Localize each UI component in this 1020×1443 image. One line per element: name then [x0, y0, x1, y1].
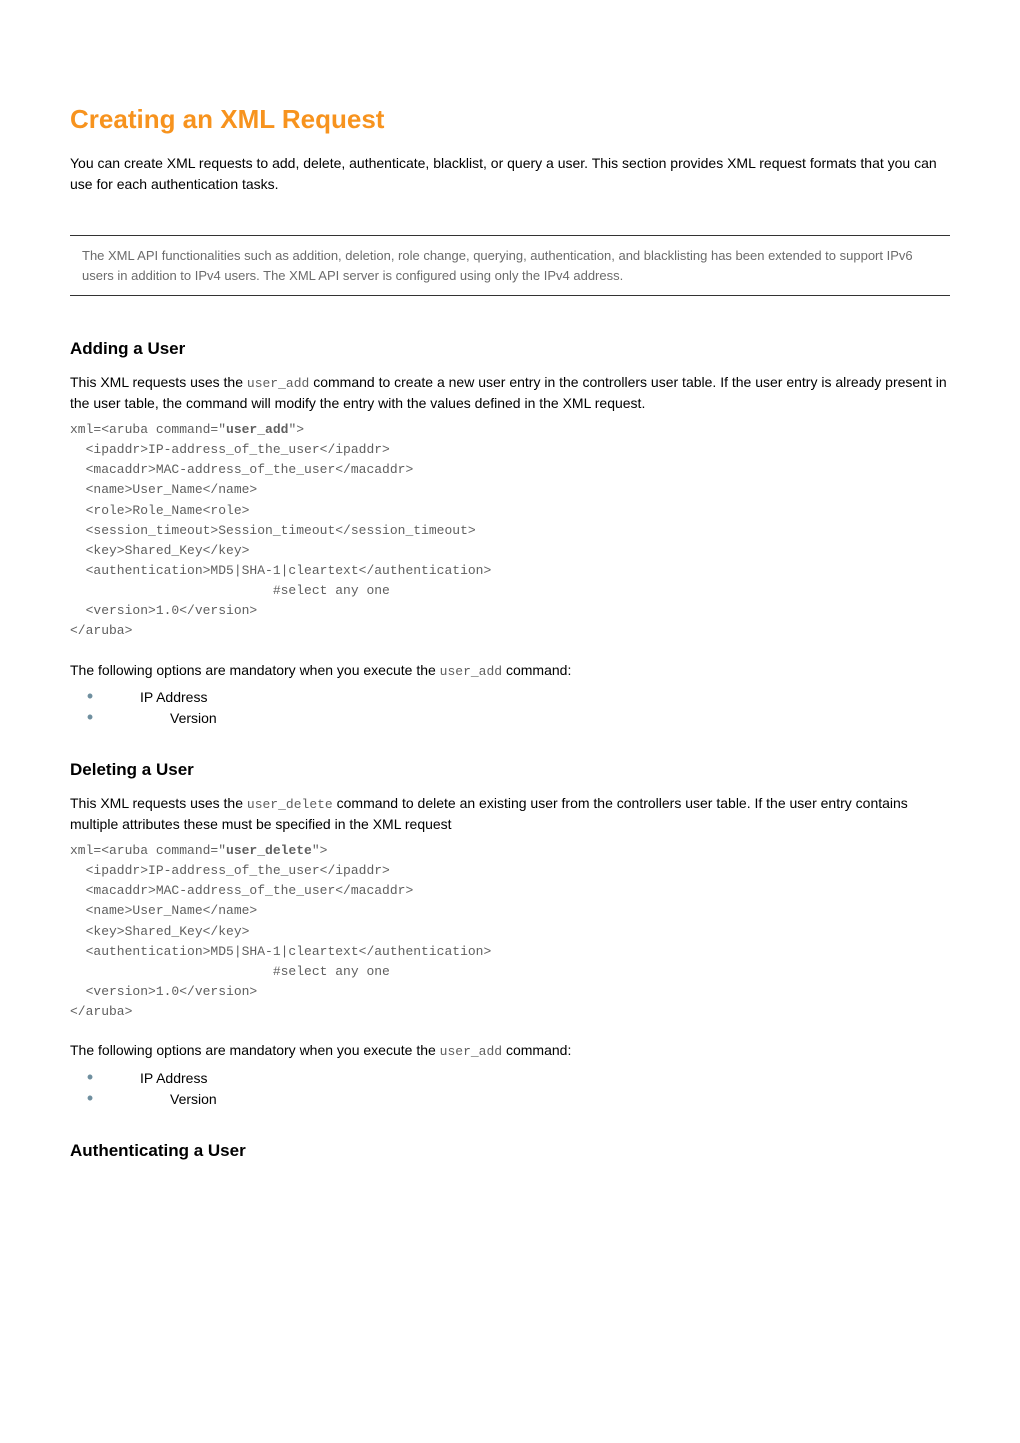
- option-label: IP Address: [140, 1068, 207, 1089]
- list-item: • IP Address: [70, 1068, 950, 1089]
- mandatory-post: command:: [502, 662, 571, 678]
- option-label: IP Address: [140, 687, 207, 708]
- options-list-delete: • IP Address • Version: [70, 1068, 950, 1110]
- code-body: "> <ipaddr>IP-address_of_the_user</ipadd…: [70, 422, 491, 638]
- list-item: • IP Address: [70, 687, 950, 708]
- note-box: The XML API functionalities such as addi…: [70, 235, 950, 296]
- bullet-icon: •: [80, 689, 100, 703]
- section-heading-delete: Deleting a User: [70, 757, 950, 783]
- intro-paragraph: You can create XML requests to add, dele…: [70, 153, 950, 195]
- codeblock-user-delete: xml=<aruba command="user_delete"> <ipadd…: [70, 841, 950, 1022]
- code-cmd: user_delete: [226, 843, 312, 858]
- code-cmd: user_add: [226, 422, 288, 437]
- bullet-icon: •: [80, 710, 100, 724]
- mandatory-pre: The following options are mandatory when…: [70, 662, 440, 678]
- page-title: Creating an XML Request: [70, 100, 950, 139]
- option-label: Version: [170, 1089, 217, 1110]
- mandatory-post: command:: [502, 1042, 571, 1058]
- code-prefix: xml=<aruba command=": [70, 843, 226, 858]
- code-body: "> <ipaddr>IP-address_of_the_user</ipadd…: [70, 843, 491, 1019]
- options-list-add: • IP Address • Version: [70, 687, 950, 729]
- list-item: • Version: [70, 708, 950, 729]
- inline-code-user-delete: user_delete: [247, 797, 333, 812]
- inline-code-mandatory-add: user_add: [440, 664, 502, 679]
- bullet-icon: •: [80, 1070, 100, 1084]
- section-heading-add: Adding a User: [70, 336, 950, 362]
- desc-pre: This XML requests uses the: [70, 374, 247, 390]
- option-label: Version: [170, 708, 217, 729]
- mandatory-delete-text: The following options are mandatory when…: [70, 1040, 950, 1062]
- code-prefix: xml=<aruba command=": [70, 422, 226, 437]
- bullet-icon: •: [80, 1091, 100, 1105]
- codeblock-user-add: xml=<aruba command="user_add"> <ipaddr>I…: [70, 420, 950, 642]
- section-heading-auth: Authenticating a User: [70, 1138, 950, 1164]
- mandatory-pre: The following options are mandatory when…: [70, 1042, 440, 1058]
- inline-code-mandatory-delete: user_add: [440, 1044, 502, 1059]
- list-item: • Version: [70, 1089, 950, 1110]
- section-add-description: This XML requests uses the user_add comm…: [70, 372, 950, 415]
- inline-code-user-add: user_add: [247, 376, 309, 391]
- desc-pre: This XML requests uses the: [70, 795, 247, 811]
- mandatory-add-text: The following options are mandatory when…: [70, 660, 950, 682]
- section-delete-description: This XML requests uses the user_delete c…: [70, 793, 950, 836]
